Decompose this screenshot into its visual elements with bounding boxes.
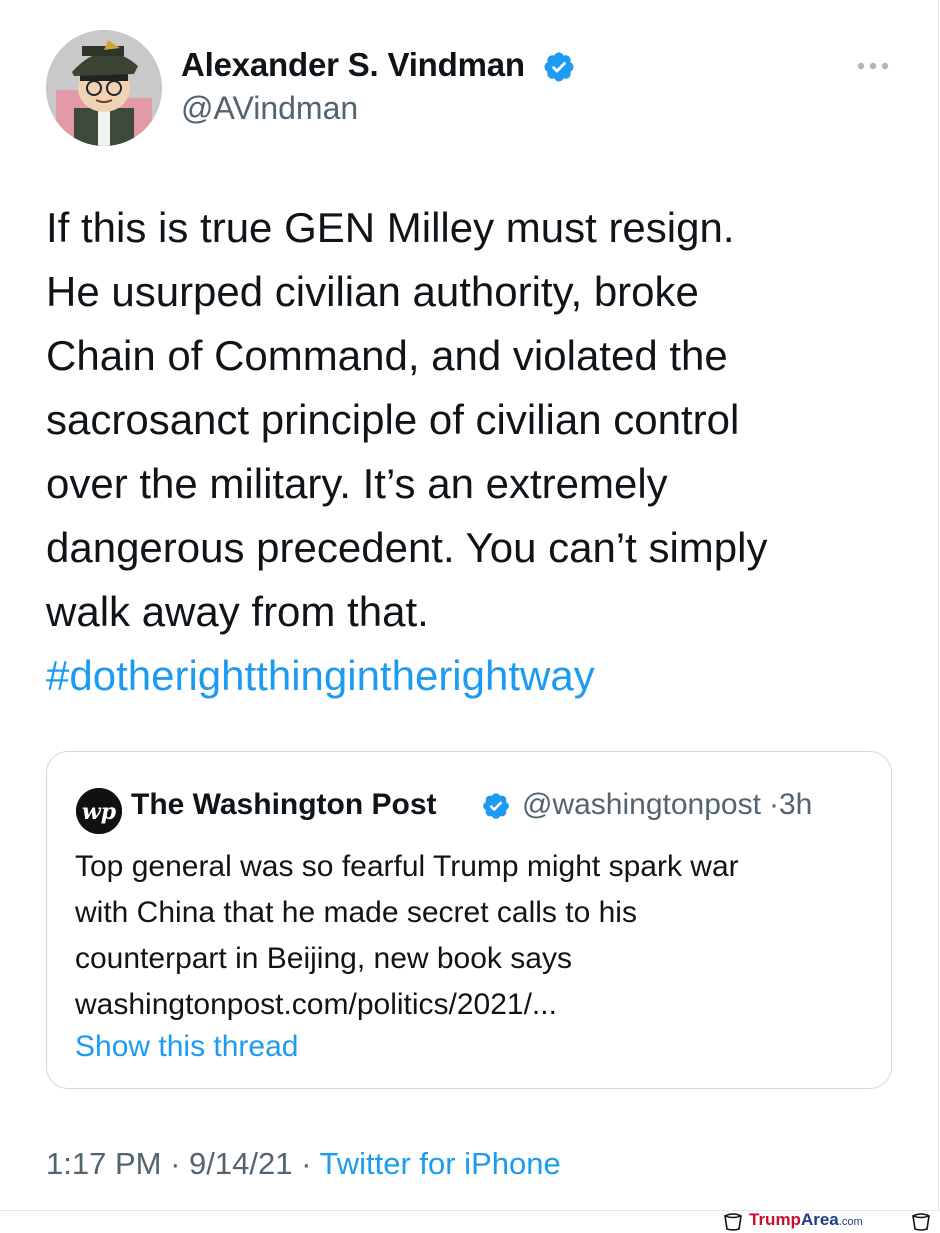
tweet-card: Alexander S. Vindman @AVindman If this i… <box>0 0 939 1211</box>
author-handle[interactable]: @AVindman <box>181 90 358 127</box>
author-avatar[interactable] <box>46 30 162 146</box>
watermark-text: TrumpArea.com <box>749 1210 863 1230</box>
meta-separator: · <box>762 788 779 821</box>
quoted-body: Top general was so fearful Trump might s… <box>75 844 875 1028</box>
tweet-text-line: dangerous precedent. You can’t simply <box>46 524 768 571</box>
logo-text: wp <box>82 799 117 825</box>
tweet-body: If this is true GEN Milley must resign. … <box>46 196 926 708</box>
verified-badge-icon <box>544 52 574 82</box>
quoted-link-text: washingtonpost.com/politics/2021/... <box>75 988 557 1021</box>
watermark: TrumpArea.com <box>722 1208 934 1233</box>
quoted-author-name: The Washington Post <box>131 788 437 821</box>
quoted-text-line: with China that he made secret calls to … <box>75 896 637 929</box>
tweet-text-line: If this is true GEN Milley must resign. <box>46 204 735 251</box>
quoted-author-handle: @washingtonpost <box>522 788 761 821</box>
tweet-text-line: He usurped civilian authority, broke <box>46 268 699 315</box>
tweet-date[interactable]: 9/14/21 <box>189 1146 292 1181</box>
watermark-part3: .com <box>838 1216 863 1228</box>
bucket-icon <box>912 1213 930 1231</box>
quoted-text-line: Top general was so fearful Trump might s… <box>75 850 739 883</box>
show-thread-link[interactable]: Show this thread <box>75 1030 298 1064</box>
quoted-meta: @washingtonpost ·3h <box>522 788 812 822</box>
tweet-text-line: walk away from that. <box>46 588 429 635</box>
watermark-part2: Area <box>800 1210 839 1229</box>
tweet-source-link[interactable]: Twitter for iPhone <box>319 1146 560 1181</box>
watermark-part1: Trump <box>749 1210 801 1229</box>
bucket-icon <box>724 1213 742 1231</box>
quoted-text-line: counterpart in Beijing, new book says <box>75 942 572 975</box>
tweet-text-line: over the military. It’s an extremely <box>46 460 668 507</box>
tweet-footer: 1:17 PM · 9/14/21 · Twitter for iPhone <box>46 1146 561 1182</box>
tweet-text-line: Chain of Command, and violated the <box>46 332 728 379</box>
more-horizontal-icon[interactable] <box>855 54 891 78</box>
footer-separator: · <box>170 1146 181 1181</box>
hashtag-link[interactable]: #dotherightthingintherightway <box>46 644 926 708</box>
verified-badge-icon <box>483 793 509 819</box>
tweet-text-line: sacrosanct principle of civilian control <box>46 396 740 443</box>
quoted-tweet-card[interactable]: wp The Washington Post @washingtonpost ·… <box>46 751 892 1089</box>
footer-separator: · <box>301 1146 312 1181</box>
tweet-time[interactable]: 1:17 PM <box>46 1146 161 1181</box>
author-name[interactable]: Alexander S. Vindman <box>181 46 525 84</box>
quoted-time-ago: 3h <box>778 788 813 821</box>
washington-post-logo-icon[interactable]: wp <box>76 788 122 834</box>
